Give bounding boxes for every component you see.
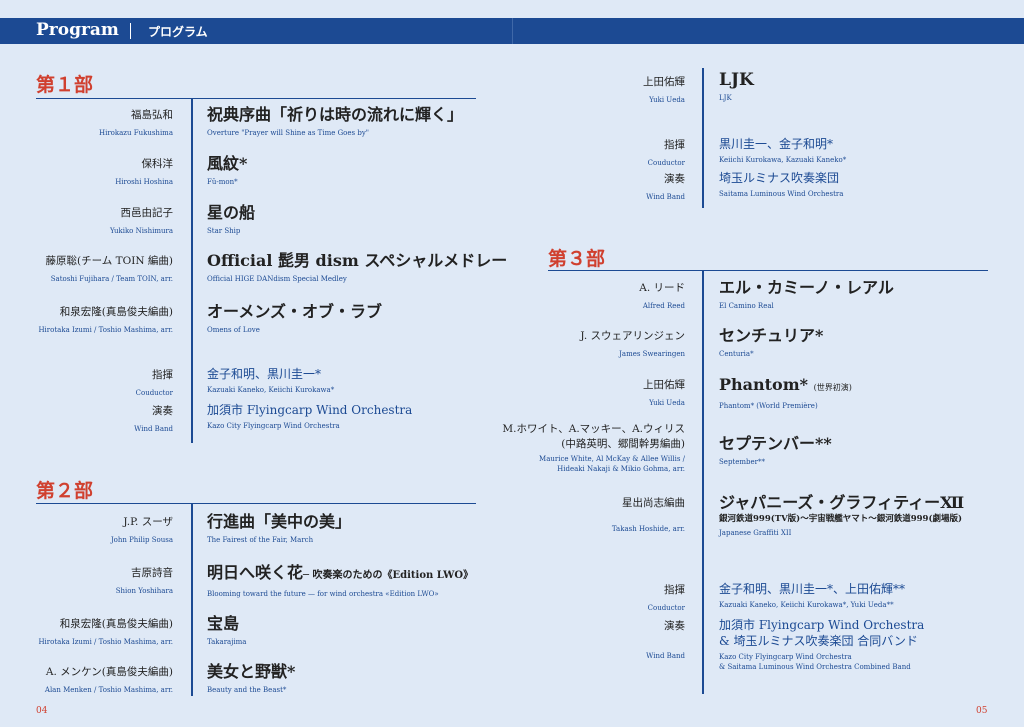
piece-title: オーメンズ・オブ・ラブ Omens of Love: [207, 302, 383, 334]
conductor-label: 指揮 Couductor: [647, 139, 685, 167]
composer: 吉原詩音 Shion Yoshihara: [115, 567, 173, 595]
piece-title: センチュリア* Centuria*: [719, 326, 824, 358]
page-number-right: 05: [976, 706, 988, 716]
piece-title: LJK LJK: [719, 70, 754, 102]
composer: 福島弘和 Hirokazu Fukushima: [98, 109, 173, 137]
header-bar: Program プログラム: [0, 18, 1024, 44]
piece-title: Official 髭男 dism スペシャルメドレー Official HIGE …: [207, 251, 508, 283]
part2-vertical-rule: [191, 504, 193, 696]
composer: 上田佑輝 Yuki Ueda: [643, 76, 685, 104]
band-name: 加須市 Flyingcarp Wind Orchestra & 埼玉ルミナス吹奏…: [719, 618, 925, 671]
conductor-names: 金子和明、黒川圭一* Kazuaki Kaneko, Keiichi Kuroka…: [207, 367, 335, 394]
band-name: 加須市 Flyingcarp Wind Orchestra Kazo City F…: [207, 403, 413, 430]
piece-title: セプテンバー** September**: [719, 434, 832, 466]
header-divider: [130, 23, 131, 39]
part3-rule: [548, 270, 988, 271]
piece-title: 星の船 Star Ship: [207, 203, 256, 235]
piece-title: 明日へ咲く花─ 吹奏楽のための《Edition LWO》 Blooming to…: [207, 563, 474, 598]
composer: M.ホワイト、A.マッキー、A.ウィリス (中路英明、郷間幹男編曲) Mauri…: [502, 423, 685, 473]
piece-title: 美女と野獣* Beauty and the Beast*: [207, 662, 296, 694]
part2-rule: [36, 503, 476, 504]
page-number-left: 04: [36, 706, 48, 716]
piece-title: エル・カミーノ・レアル El Camino Real: [719, 278, 894, 310]
piece-title: Phantom* (世界初演) Phantom* (World Première…: [719, 375, 852, 410]
composer: 和泉宏隆(真島俊夫編曲) Hirotaka Izumi / Toshio Mash…: [38, 306, 173, 334]
band-name: 埼玉ルミナス吹奏楽団 Saitama Luminous Wind Orchestr…: [719, 171, 844, 198]
conductor-names: 黒川圭一、金子和明* Keiichi Kurokawa, Kazuaki Kane…: [719, 137, 847, 164]
piece-title: 祝典序曲「祈りは時の流れに輝く」 Overture "Prayer will Sh…: [207, 105, 464, 137]
piece-title: ジャパニーズ・グラフィティーⅫ 銀河鉄道999(TV版)〜宇宙戦艦ヤマト〜銀河鉄…: [719, 493, 965, 537]
part1-vertical-rule: [191, 99, 193, 443]
composer: 上田佑輝 Yuki Ueda: [643, 379, 685, 407]
part3-heading: 第３部: [548, 248, 606, 270]
composer: 和泉宏隆(真島俊夫編曲) Hirotaka Izumi / Toshio Mash…: [38, 618, 173, 646]
composer: 保科洋 Hiroshi Hoshina: [115, 158, 173, 186]
header-subtitle: プログラム: [148, 25, 208, 39]
part2-cont-vertical-rule: [702, 68, 704, 208]
composer: 西邑由記子 Yukiko Nishimura: [109, 207, 173, 235]
piece-title: 宝島 Takarajima: [207, 614, 247, 646]
conductor-label: 指揮 Couductor: [647, 584, 685, 612]
band-label: 演奏 Wind Band: [646, 173, 685, 201]
part3-vertical-rule: [702, 271, 704, 694]
piece-title: 行進曲「美中の美」 The Fairest of the Fair, March: [207, 512, 352, 544]
composer: J. スウェアリンジェン James Swearingen: [580, 330, 685, 358]
composer: A. メンケン(真島俊夫編曲) Alan Menken / Toshio Mash…: [44, 666, 173, 694]
composer: 藤原聡(チーム TOIN 編曲) Satoshi Fujihara / Team …: [45, 255, 174, 283]
conductor-label: 指揮 Couductor: [135, 369, 173, 397]
composer: 星出尚志編曲 Takash Hoshide, arr.: [611, 497, 685, 533]
band-label: 演奏 Wind Band: [134, 405, 173, 433]
conductor-names: 金子和明、黒川圭一*、上田佑輝** Kazuaki Kaneko, Keiichi…: [719, 582, 906, 609]
page-gutter: [512, 18, 513, 44]
composer: A. リード Alfred Reed: [639, 282, 685, 310]
part2-heading: 第２部: [36, 480, 94, 502]
band-label: 演奏 Wind Band: [646, 620, 685, 660]
header-title: Program: [36, 20, 119, 40]
part1-rule: [36, 98, 476, 99]
composer: J.P. スーザ John Philip Sousa: [110, 516, 173, 544]
part1-heading: 第１部: [36, 74, 94, 96]
piece-title: 風紋* Fû-mon*: [207, 154, 248, 186]
